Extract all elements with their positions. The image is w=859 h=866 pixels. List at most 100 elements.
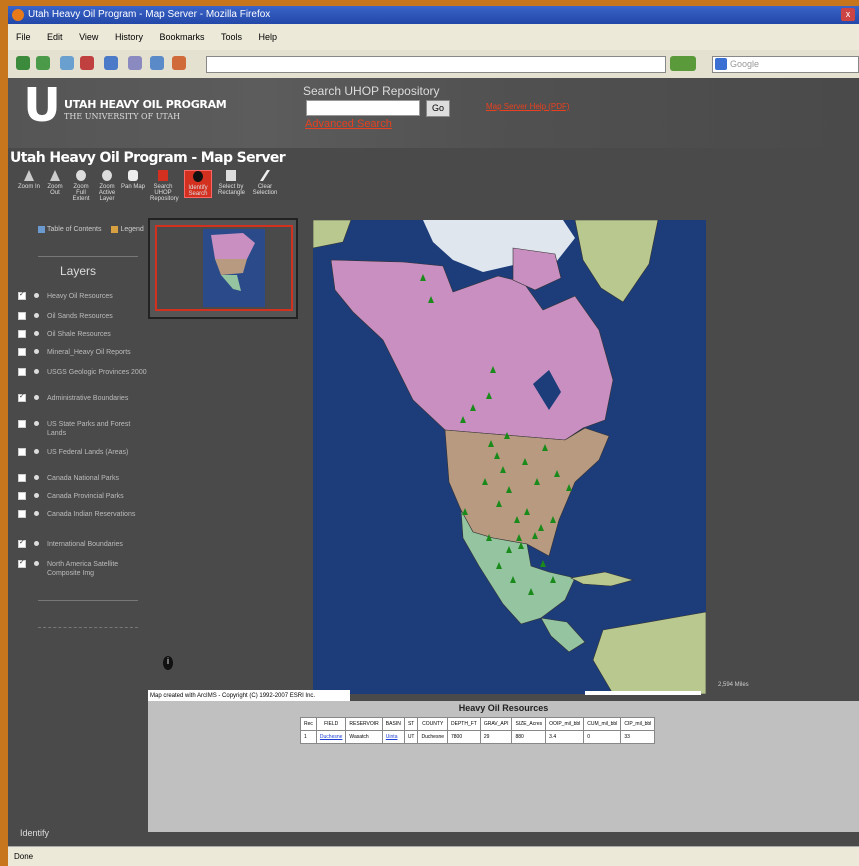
layer-radio-icon[interactable]	[34, 561, 39, 566]
tab-table-of-contents[interactable]: Table of Contents	[38, 226, 101, 233]
menu-bookmarks[interactable]: Bookmarks	[159, 32, 204, 42]
overview-extent-box[interactable]	[155, 225, 293, 311]
layer-checkbox[interactable]	[18, 348, 26, 356]
table-cell: 33	[620, 730, 656, 744]
layer-label: Oil Sands Resources	[47, 313, 113, 320]
layer-label: Canada National Parks	[47, 475, 119, 482]
column-header: OOIP_mil_bbl	[545, 717, 585, 731]
overview-map[interactable]	[148, 218, 298, 319]
toc-icon	[38, 226, 45, 233]
menu-edit[interactable]: Edit	[47, 32, 63, 42]
menu-tools[interactable]: Tools	[221, 32, 242, 42]
layer-radio-icon[interactable]	[34, 331, 39, 336]
bookmark-icon[interactable]	[128, 56, 142, 70]
repository-search-button[interactable]: Go	[426, 100, 450, 117]
layer-radio-icon[interactable]	[34, 349, 39, 354]
identify-search-tool[interactable]: Identify Search	[184, 170, 212, 198]
divider	[38, 627, 138, 628]
back-icon[interactable]	[16, 56, 30, 70]
firefox-icon	[12, 9, 24, 21]
menu-file[interactable]: File	[16, 32, 31, 42]
table-cell: Wasatch	[345, 730, 383, 744]
menu-help[interactable]: Help	[259, 32, 278, 42]
map-toolbar: Zoom In Zoom Out Zoom Full Extent Zoom A…	[8, 170, 288, 214]
tool-label: Clear Selection	[252, 184, 278, 196]
results-panel: Heavy Oil Resources Rec FIELD RESERVOIR BAS…	[148, 701, 859, 832]
layer-radio-icon[interactable]	[34, 541, 39, 546]
layer-radio-icon[interactable]	[34, 511, 39, 516]
table-cell: 0	[583, 730, 622, 744]
pan-tool[interactable]: Pan Map	[120, 170, 146, 190]
overview-thumbnail	[203, 229, 265, 307]
identify-icon[interactable]: i	[163, 656, 173, 670]
layer-label: Administrative Boundaries	[47, 395, 129, 402]
layer-checkbox[interactable]	[18, 538, 26, 548]
forward-icon[interactable]	[36, 56, 50, 70]
layer-label: Canada Provincial Parks	[47, 493, 124, 500]
scale-text: 2,594 Miles	[718, 682, 749, 688]
advanced-search-link[interactable]: Advanced Search	[305, 118, 392, 130]
layer-radio-icon[interactable]	[34, 421, 39, 426]
layer-checkbox[interactable]	[18, 492, 26, 500]
browser-search-input[interactable]: Google	[712, 56, 859, 73]
layer-radio-icon[interactable]	[34, 493, 39, 498]
table-cell[interactable]: Uinta	[381, 730, 405, 744]
layer-radio-icon[interactable]	[34, 313, 39, 318]
menu-history[interactable]: History	[115, 32, 143, 42]
layer-checkbox[interactable]	[18, 312, 26, 320]
layer-checkbox[interactable]	[18, 420, 26, 428]
close-window-button[interactable]: x	[841, 8, 855, 21]
layer-checkbox[interactable]	[18, 290, 26, 300]
zoom-in-icon	[24, 170, 34, 181]
repository-search-title: Search UHOP Repository	[303, 84, 440, 98]
column-header: CIP_mil_bbl	[620, 717, 656, 731]
layers-heading: Layers	[59, 264, 97, 278]
layer-radio-icon[interactable]	[34, 449, 39, 454]
menu-bar: File Edit View History Bookmarks Tools H…	[8, 24, 859, 50]
table-header-row: Rec FIELD RESERVOIR BASIN ST COUNTY DEPTH_FT GR…	[300, 717, 656, 731]
layer-checkbox[interactable]	[18, 448, 26, 456]
layer-checkbox[interactable]	[18, 558, 26, 568]
layer-radio-icon[interactable]	[34, 293, 39, 298]
globe-icon	[76, 170, 86, 181]
zoom-active-layer-tool[interactable]: Zoom Active Layer	[94, 170, 120, 202]
layer-radio-icon[interactable]	[34, 395, 39, 400]
column-header: RESERVOIR	[345, 717, 383, 731]
university-logo[interactable]: U	[22, 82, 62, 128]
repository-search-input[interactable]	[306, 100, 420, 116]
print-icon[interactable]	[172, 56, 186, 70]
search-repository-tool[interactable]: Search UHOP Repository	[150, 170, 179, 202]
pdf-icon	[158, 170, 168, 181]
layer-checkbox[interactable]	[18, 392, 26, 402]
layer-checkbox[interactable]	[18, 510, 26, 518]
table-cell[interactable]: Duchesne	[315, 730, 347, 744]
zoom-out-tool[interactable]: Zoom Out	[42, 170, 68, 196]
map-help-link[interactable]: Map Server Help (PDF)	[486, 102, 570, 111]
main-map[interactable]	[313, 220, 706, 694]
select-rectangle-tool[interactable]: Select by Rectangle	[218, 170, 245, 196]
clear-selection-tool[interactable]: Clear Selection	[252, 170, 278, 196]
page-content: U UTAH HEAVY OIL PROGRAM THE UNIVERSITY …	[8, 78, 859, 846]
layer-radio-icon[interactable]	[34, 475, 39, 480]
mail-icon[interactable]	[150, 56, 164, 70]
stop-icon[interactable]	[80, 56, 94, 70]
eraser-icon	[260, 170, 270, 181]
tab-label: Table of Contents	[47, 226, 102, 234]
home-icon[interactable]	[104, 56, 118, 70]
layer-radio-icon[interactable]	[34, 369, 39, 374]
go-arrow-icon[interactable]	[670, 56, 696, 71]
zoom-full-extent-tool[interactable]: Zoom Full Extent	[68, 170, 94, 202]
layer-checkbox[interactable]	[18, 330, 26, 338]
address-bar[interactable]	[206, 56, 666, 73]
column-header: ST	[403, 717, 419, 731]
layer-checkbox[interactable]	[18, 474, 26, 482]
layer-label: North America Satellite Composite Img	[47, 561, 119, 577]
university-name: THE UNIVERSITY OF UTAH	[64, 112, 181, 121]
reload-icon[interactable]	[60, 56, 74, 70]
tab-legend[interactable]: Legend	[111, 226, 144, 234]
zoom-in-tool[interactable]: Zoom In	[16, 170, 42, 190]
menu-view[interactable]: View	[79, 32, 98, 42]
table-cell: Duchesne	[417, 730, 448, 744]
tab-label: Legend	[120, 226, 144, 234]
layer-checkbox[interactable]	[18, 368, 26, 376]
